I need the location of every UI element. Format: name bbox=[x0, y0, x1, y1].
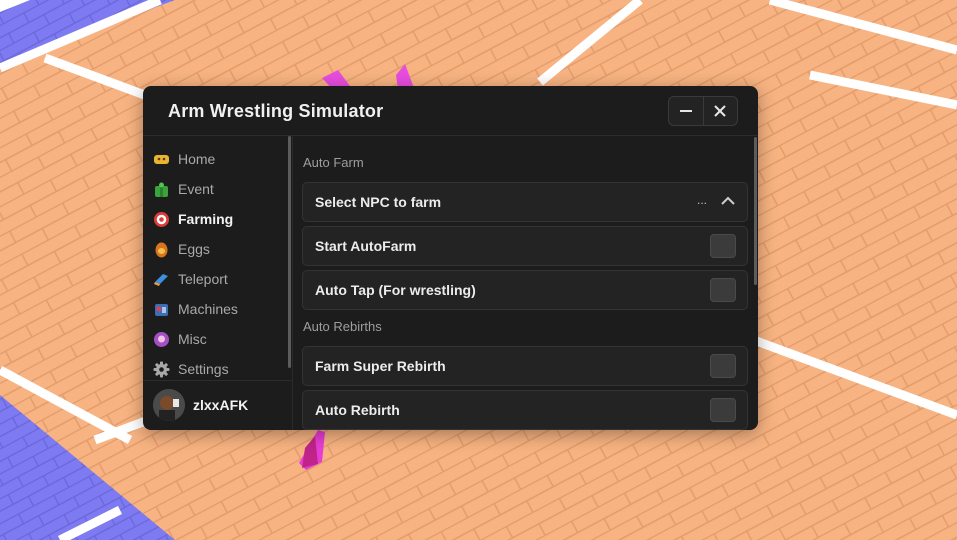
npc-select-dropdown[interactable]: Select NPC to farm ... bbox=[302, 182, 748, 222]
home-emoji-icon bbox=[153, 151, 170, 168]
target-icon bbox=[153, 211, 170, 228]
window-title: Arm Wrestling Simulator bbox=[168, 101, 384, 121]
farm-super-rebirth-row: Farm Super Rebirth bbox=[302, 346, 748, 386]
auto-tap-toggle[interactable] bbox=[710, 278, 736, 302]
minimize-button[interactable] bbox=[669, 97, 703, 125]
close-icon bbox=[714, 105, 726, 117]
close-button[interactable] bbox=[702, 97, 738, 125]
sidebar-item-farming[interactable]: Farming bbox=[153, 207, 233, 231]
sidebar-item-settings[interactable]: Settings bbox=[153, 357, 229, 381]
sidebar-item-label: Home bbox=[178, 151, 216, 167]
sidebar-item-label: Farming bbox=[178, 211, 234, 227]
sidebar-item-label: Event bbox=[178, 181, 214, 197]
sidebar-item-label: Teleport bbox=[178, 271, 228, 287]
gift-icon bbox=[153, 181, 170, 198]
section-title-auto-farm: Auto Farm bbox=[303, 155, 364, 170]
user-profile: zlxxAFK bbox=[143, 380, 292, 430]
gear-icon bbox=[153, 361, 170, 378]
start-autofarm-toggle[interactable] bbox=[710, 234, 736, 258]
sidebar-item-label: Misc bbox=[178, 331, 207, 347]
machine-icon bbox=[153, 301, 170, 318]
avatar bbox=[153, 389, 185, 421]
auto-rebirth-toggle[interactable] bbox=[710, 398, 736, 422]
sidebar-item-home[interactable]: Home bbox=[153, 147, 215, 171]
sidebar-item-machines[interactable]: Machines bbox=[153, 297, 238, 321]
title-bar[interactable]: Arm Wrestling Simulator bbox=[143, 86, 758, 136]
sidebar-item-eggs[interactable]: Eggs bbox=[153, 237, 210, 261]
sidebar: Home Event Farming Eggs Teleport Machine… bbox=[143, 137, 291, 379]
script-window: Arm Wrestling Simulator Home Event Farmi… bbox=[143, 86, 758, 430]
auto-tap-row: Auto Tap (For wrestling) bbox=[302, 270, 748, 310]
sidebar-item-misc[interactable]: Misc bbox=[153, 327, 207, 351]
chevron-up-icon bbox=[721, 196, 735, 205]
window-controls bbox=[668, 96, 738, 126]
dropdown-label: Select NPC to farm bbox=[315, 194, 442, 210]
sidebar-item-label: Machines bbox=[178, 301, 238, 317]
misc-icon bbox=[153, 331, 170, 348]
section-title-auto-rebirths: Auto Rebirths bbox=[303, 319, 382, 334]
teleport-icon bbox=[153, 271, 170, 288]
auto-rebirth-row: Auto Rebirth bbox=[302, 390, 748, 430]
username: zlxxAFK bbox=[193, 397, 249, 413]
toggle-label: Auto Rebirth bbox=[315, 402, 400, 418]
farm-super-rebirth-toggle[interactable] bbox=[710, 354, 736, 378]
toggle-label: Auto Tap (For wrestling) bbox=[315, 282, 476, 298]
sidebar-item-teleport[interactable]: Teleport bbox=[153, 267, 228, 291]
sidebar-scrollbar[interactable] bbox=[288, 136, 291, 368]
start-autofarm-row: Start AutoFarm bbox=[302, 226, 748, 266]
dropdown-value: ... bbox=[696, 193, 707, 207]
minus-icon bbox=[679, 110, 692, 112]
sidebar-item-label: Settings bbox=[178, 361, 229, 377]
sidebar-item-event[interactable]: Event bbox=[153, 177, 214, 201]
toggle-label: Farm Super Rebirth bbox=[315, 358, 446, 374]
sidebar-item-label: Eggs bbox=[178, 241, 210, 257]
toggle-label: Start AutoFarm bbox=[315, 238, 417, 254]
egg-icon bbox=[153, 241, 170, 258]
content-panel: Auto Farm Select NPC to farm ... Start A… bbox=[293, 137, 758, 430]
content-scrollbar[interactable] bbox=[754, 137, 757, 285]
